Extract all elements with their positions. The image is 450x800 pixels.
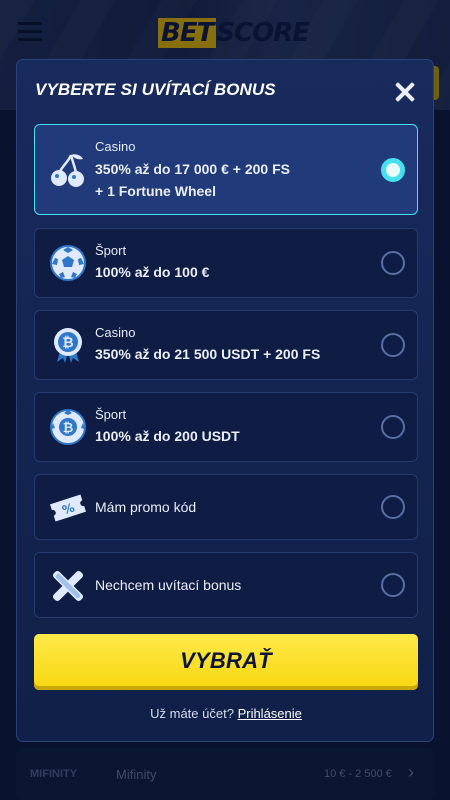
option-description-line1: 100% až do 100 € bbox=[95, 264, 210, 280]
login-prompt: Už máte účet? Prihlásenie bbox=[17, 706, 435, 721]
svg-text:₿: ₿ bbox=[62, 335, 73, 351]
svg-text:₿: ₿ bbox=[63, 421, 74, 436]
bonus-option-casino-usdt[interactable]: ₿ Casino 350% až do 21 500 USDT + 200 FS bbox=[34, 310, 418, 380]
option-description-line1: 350% až do 17 000 € + 200 FS bbox=[95, 161, 290, 177]
bonus-option-sport-eur[interactable]: Šport 100% až do 100 € bbox=[34, 228, 418, 298]
login-prompt-text: Už máte účet? bbox=[150, 706, 234, 721]
modal-title: VYBERTE SI UVÍTACÍ BONUS bbox=[35, 80, 276, 99]
select-button[interactable]: VYBRAŤ bbox=[34, 634, 418, 690]
login-link[interactable]: Prihlásenie bbox=[238, 706, 302, 721]
option-description-line1: 350% až do 21 500 USDT + 200 FS bbox=[95, 346, 321, 362]
radio-unselected[interactable] bbox=[381, 415, 405, 439]
welcome-bonus-modal: VYBERTE SI UVÍTACÍ BONUS Casino 350% až … bbox=[16, 59, 434, 742]
radio-unselected[interactable] bbox=[381, 573, 405, 597]
option-label: Mám promo kód bbox=[95, 499, 197, 515]
radio-unselected[interactable] bbox=[381, 333, 405, 357]
close-icon[interactable] bbox=[394, 81, 416, 103]
bonus-option-sport-usdt[interactable]: ₿ Šport 100% až do 200 USDT bbox=[34, 392, 418, 462]
option-category: Šport bbox=[95, 407, 127, 422]
promo-ticket-icon: % bbox=[50, 494, 86, 522]
bonus-option-no-bonus[interactable]: Nechcem uvítací bonus bbox=[34, 552, 418, 618]
radio-selected[interactable] bbox=[381, 158, 405, 182]
bonus-option-promo-code[interactable]: % Mám promo kód bbox=[34, 474, 418, 540]
cherries-icon bbox=[51, 154, 84, 187]
option-category: Casino bbox=[95, 325, 136, 340]
radio-unselected[interactable] bbox=[381, 251, 405, 275]
option-category: Šport bbox=[95, 243, 127, 258]
option-description-line2: + 1 Fortune Wheel bbox=[95, 183, 216, 199]
no-bonus-x-icon bbox=[52, 570, 84, 602]
option-label: Nechcem uvítací bonus bbox=[95, 577, 242, 593]
radio-unselected[interactable] bbox=[381, 495, 405, 519]
bitcoin-badge-icon: ₿ bbox=[54, 328, 82, 363]
soccer-ball-icon bbox=[50, 245, 86, 281]
bitcoin-ball-icon: ₿ bbox=[50, 409, 86, 445]
option-description-line1: 100% až do 200 USDT bbox=[95, 428, 240, 444]
option-category: Casino bbox=[95, 139, 136, 154]
bonus-option-casino-eur[interactable]: Casino 350% až do 17 000 € + 200 FS + 1 … bbox=[34, 124, 418, 215]
